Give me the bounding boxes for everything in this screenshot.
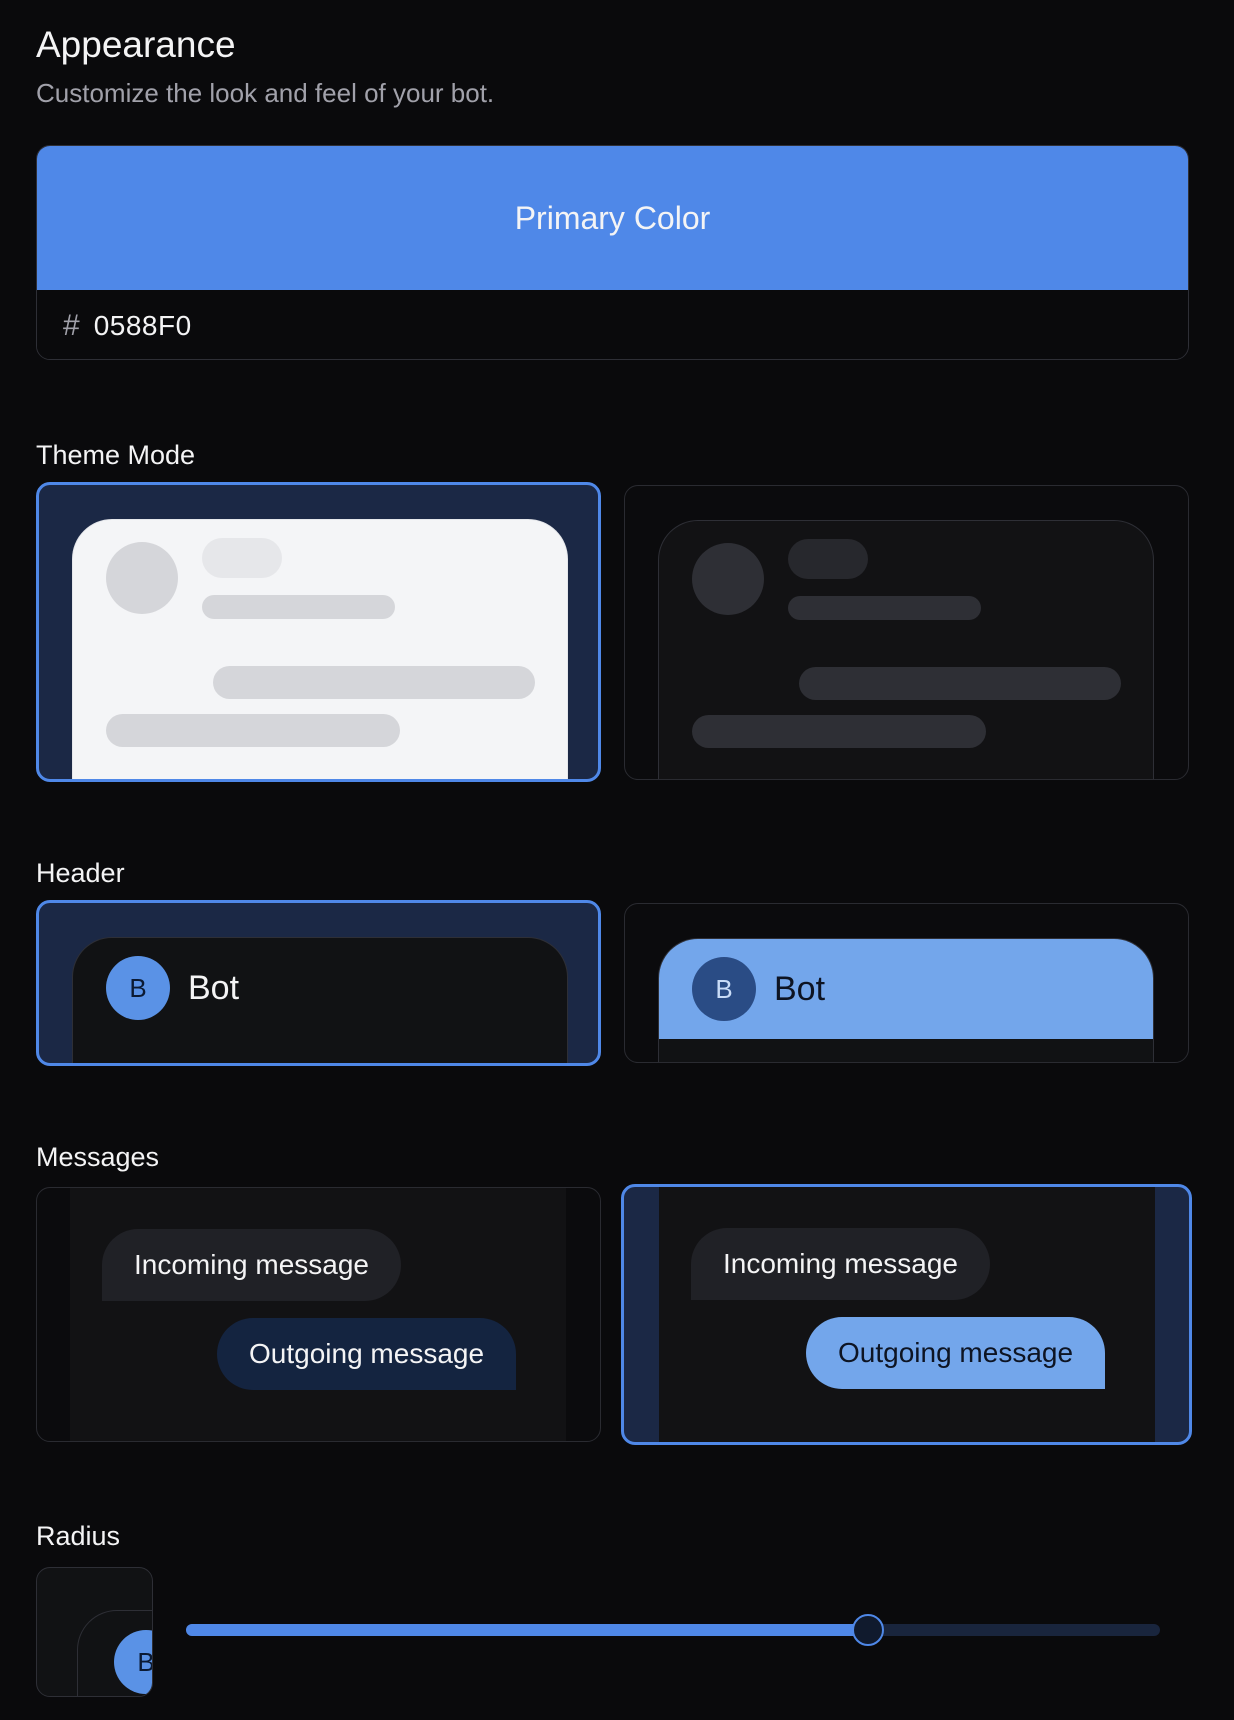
skeleton-outgoing-message	[213, 666, 535, 699]
header-option-plain[interactable]: B Bot	[36, 900, 601, 1066]
incoming-message-bubble: Incoming message	[102, 1229, 402, 1301]
filled-header-preview: B Bot	[658, 938, 1154, 1062]
radius-slider-fill	[186, 1624, 868, 1636]
incoming-message-bubble: Incoming message	[691, 1228, 991, 1300]
skeleton-avatar	[106, 542, 178, 614]
plain-header-preview: B Bot	[72, 937, 568, 1063]
header-label: Header	[36, 858, 125, 888]
primary-color-hex-input[interactable]	[93, 309, 494, 342]
radius-slider[interactable]	[186, 1614, 1160, 1646]
primary-color-input-row: #	[37, 290, 1188, 359]
skeleton-avatar	[692, 543, 764, 615]
theme-option-light[interactable]	[36, 482, 601, 782]
skeleton-incoming-message	[692, 715, 986, 748]
skeleton-title	[788, 539, 868, 579]
messages-preview: Incoming message Outgoing message	[659, 1187, 1155, 1442]
radius-preview: B	[36, 1567, 153, 1697]
radius-slider-thumb[interactable]	[851, 1614, 884, 1646]
primary-color-swatch[interactable]: Primary Color	[37, 146, 1188, 290]
light-theme-preview	[72, 519, 568, 779]
messages-option-dark-outgoing[interactable]: Incoming message Outgoing message	[36, 1187, 601, 1442]
bot-name: Bot	[188, 968, 240, 1007]
page-title: Appearance	[36, 24, 236, 65]
bot-avatar: B	[106, 956, 170, 1020]
bot-avatar: B	[692, 957, 756, 1021]
outgoing-message-bubble: Outgoing message	[806, 1317, 1106, 1389]
dark-theme-preview	[658, 520, 1154, 779]
theme-mode-label: Theme Mode	[36, 440, 196, 470]
radius-label: Radius	[36, 1521, 121, 1551]
primary-color-card: Primary Color #	[36, 145, 1189, 360]
bot-name: Bot	[774, 969, 826, 1008]
messages-label: Messages	[36, 1142, 160, 1172]
page-subtitle: Customize the look and feel of your bot.	[36, 78, 495, 108]
hash-icon: #	[63, 308, 80, 342]
header-bar: B Bot	[659, 939, 1153, 1039]
header-option-filled[interactable]: B Bot	[624, 903, 1189, 1063]
messages-preview: Incoming message Outgoing message	[70, 1188, 566, 1441]
messages-option-accent-outgoing[interactable]: Incoming message Outgoing message	[621, 1184, 1192, 1445]
skeleton-subtitle	[788, 596, 981, 620]
outgoing-message-bubble: Outgoing message	[217, 1318, 517, 1390]
skeleton-title	[202, 538, 282, 578]
skeleton-subtitle	[202, 595, 395, 619]
header-bar: B Bot	[73, 938, 567, 1038]
skeleton-incoming-message	[106, 714, 400, 747]
primary-color-label: Primary Color	[514, 199, 711, 236]
theme-option-dark[interactable]	[624, 485, 1189, 780]
skeleton-outgoing-message	[799, 667, 1121, 700]
